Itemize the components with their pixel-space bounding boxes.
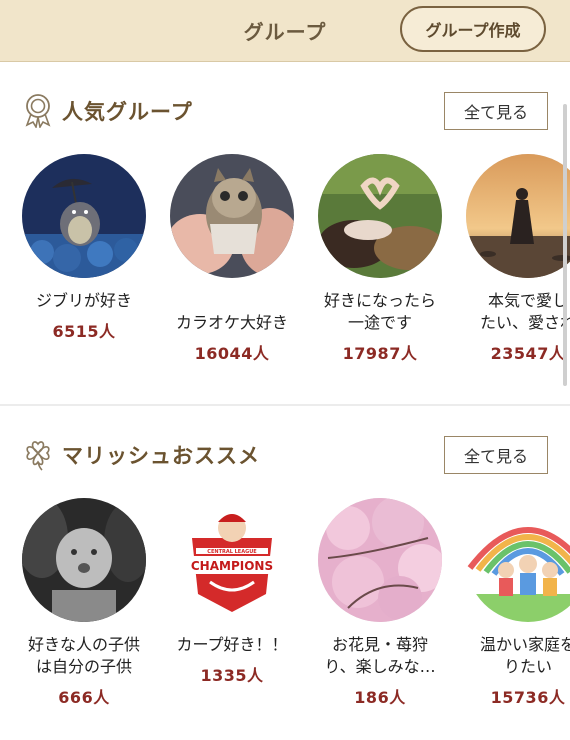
see-all-button[interactable]: 全て見る xyxy=(444,436,548,474)
scrollbar[interactable] xyxy=(563,104,567,386)
group-name: 好きになったら 一途です xyxy=(323,291,436,332)
family-rainbow-illustration-image xyxy=(466,498,570,622)
clover-icon xyxy=(26,441,50,471)
see-all-button[interactable]: 全て見る xyxy=(444,92,548,130)
group-card[interactable]: 好きになったら 一途です 17987人 xyxy=(306,154,454,364)
group-card[interactable]: 本気で愛し たい、愛され 23547人 xyxy=(454,154,570,364)
group-name: ジブリが好き xyxy=(35,291,132,310)
svg-text:CHAMPIONS: CHAMPIONS xyxy=(191,559,273,573)
group-card[interactable]: CENTRAL LEAGUE CHAMPIONS カープ好き！！ 1335人 xyxy=(158,498,306,686)
group-card[interactable]: カラオケ大好き ❤️ 16044人 xyxy=(158,154,306,364)
woman-beach-sunset-image xyxy=(466,154,570,278)
group-name: 温かい家庭を りたい xyxy=(479,635,570,676)
group-card[interactable]: 好きな人の子供 は自分の子供 666人 xyxy=(10,498,158,708)
member-count: 17987人 xyxy=(342,344,418,363)
ribbon-medal-icon xyxy=(25,94,51,128)
cherry-blossom-image xyxy=(318,498,442,622)
member-count: 16044人 xyxy=(194,344,270,363)
couple-heart-hands-image xyxy=(318,154,442,278)
member-count: 6515人 xyxy=(52,322,116,341)
group-name: お花見・苺狩 り、楽しみな… xyxy=(324,635,436,676)
group-name: 好きな人の子供 は自分の子供 xyxy=(27,635,140,676)
recommended-groups-section: マリッシュおススメ 全て見る 好きな人の子供 は自分の子供 666人 CENTR… xyxy=(0,406,570,740)
totoro-umbrella-image xyxy=(22,154,146,278)
group-card[interactable]: ジブリが好き 6515人 xyxy=(10,154,158,342)
member-count: 15736人 xyxy=(490,688,566,707)
baby-bw-photo-image xyxy=(22,498,146,622)
section-title: 人気グループ xyxy=(62,100,193,124)
section-title: マリッシュおススメ xyxy=(62,444,260,468)
member-count: 666人 xyxy=(58,688,110,707)
carp-champions-logo-image: CENTRAL LEAGUE CHAMPIONS xyxy=(170,498,294,622)
member-count: 1335人 xyxy=(200,666,264,685)
svg-text:CENTRAL LEAGUE: CENTRAL LEAGUE xyxy=(207,549,257,555)
group-name: カープ好き！！ xyxy=(176,635,288,654)
kitten-in-hands-image xyxy=(170,154,294,278)
popular-groups-section: 人気グループ 全て見る ジブリが好き 6515人 カラオケ大好き 16044人 … xyxy=(0,62,570,405)
member-count: 186人 xyxy=(354,688,406,707)
member-count: 23547人 xyxy=(490,344,566,363)
group-name: 本気で愛し たい、愛され xyxy=(479,291,570,332)
create-group-button[interactable]: グループ作成 xyxy=(400,6,546,52)
app-header: グループ グループ作成 xyxy=(0,0,570,62)
group-card[interactable]: 温かい家庭を りたい 15736人 xyxy=(454,498,570,708)
group-card[interactable]: お花見・苺狩 り、楽しみな… 186人 xyxy=(306,498,454,708)
group-name: カラオケ大好き ❤️ xyxy=(175,313,288,332)
